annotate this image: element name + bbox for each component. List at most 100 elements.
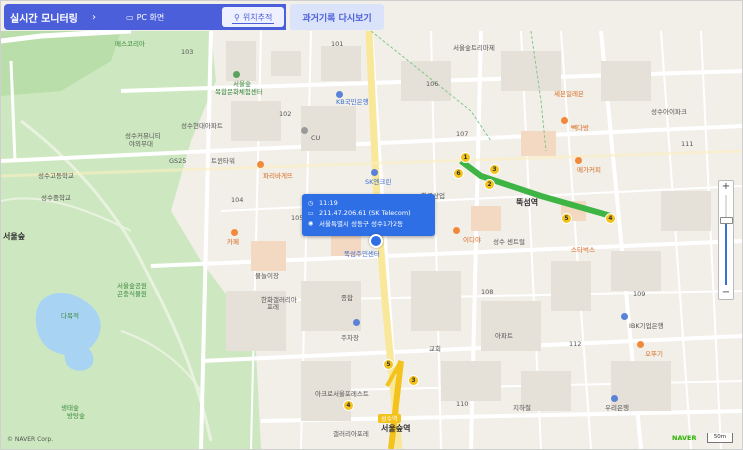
poi-pin[interactable] <box>453 227 460 234</box>
map-label: 서울숲 <box>3 232 26 241</box>
location-person-icon: ⚲ <box>234 12 240 22</box>
zoom-level-fill <box>725 221 727 285</box>
subway-exit-marker[interactable]: 4 <box>605 213 616 224</box>
map-label: 오뚜기 <box>645 350 663 358</box>
zoom-out-button[interactable]: − <box>719 287 733 299</box>
naver-logo: NAVER <box>672 434 697 442</box>
subway-exit-marker[interactable]: 5 <box>383 359 394 370</box>
map-label: 빽다방 <box>571 124 589 132</box>
building-number: 108 <box>481 288 494 296</box>
building-number: 103 <box>181 48 194 56</box>
poi-pin[interactable] <box>575 157 582 164</box>
past-replay-button[interactable]: 과거기록 다시보기 <box>290 4 384 30</box>
poi-pin[interactable] <box>233 71 240 78</box>
pc-screen-button[interactable]: ▭ PC 화면 <box>120 4 192 30</box>
popup-time-row: ◷ 11:19 <box>302 198 435 208</box>
map-label: 갤러리아포레 <box>333 430 369 438</box>
map-scale: 50m <box>707 433 733 443</box>
building-number: 110 <box>456 400 469 408</box>
map-label: 아크로서울포레스트 <box>315 390 369 398</box>
location-popup[interactable]: ◷ 11:19 ▭ 211.47.206.61 (SK Telecom) ◉ 서… <box>302 194 435 236</box>
map-label: 파리바게뜨 <box>263 172 293 180</box>
poi-pin[interactable] <box>353 319 360 326</box>
subway-exit-marker[interactable]: 5 <box>561 213 572 224</box>
map-label: CU <box>311 134 321 142</box>
poi-pin[interactable] <box>336 91 343 98</box>
poi-pin[interactable] <box>561 117 568 124</box>
map-label: 생태숲 <box>61 404 79 412</box>
map-label: 야외무대 <box>129 140 153 148</box>
location-tracking-button[interactable]: ⚲ 위치추적 <box>222 7 285 27</box>
map-label: 서울숲 <box>233 80 251 88</box>
building-number: 102 <box>279 110 292 118</box>
station-label: 서울숲역 <box>381 424 411 433</box>
building-number: 107 <box>456 130 469 138</box>
building-number: 109 <box>633 290 646 298</box>
subway-exit-marker[interactable]: 3 <box>489 164 500 175</box>
map-label: 우리은행 <box>605 404 629 412</box>
map-label: IBK기업은행 <box>629 322 664 330</box>
map-label: 스타벅스 <box>571 246 595 254</box>
poi-pin[interactable] <box>637 341 644 348</box>
building-number: 106 <box>426 80 439 88</box>
map-label: 포레 <box>267 303 279 311</box>
location-tracking-label: 위치추적 <box>242 12 273 22</box>
subway-exit-marker[interactable]: 2 <box>484 179 495 190</box>
pc-screen-label: PC 화면 <box>136 12 165 22</box>
map-label: KB국민은행 <box>336 98 369 106</box>
map-label: 성수커뮤니티 <box>125 132 161 140</box>
map-label: 카페 <box>227 238 239 246</box>
clock-icon: ◷ <box>308 199 314 207</box>
poi-pin[interactable] <box>611 395 618 402</box>
realtime-monitor-tab[interactable]: 실시간 모니터링 › ▭ PC 화면 ⚲ 위치추적 <box>4 4 286 30</box>
map-frame[interactable]: 실시간 모니터링 › ▭ PC 화면 ⚲ 위치추적 과거기록 다시보기 메스코리… <box>0 0 743 450</box>
map-label: 성수아이파크 <box>651 108 687 116</box>
map-label: 물놀이장 <box>255 272 279 280</box>
monitor-icon: ▭ <box>126 12 134 22</box>
subway-exit-marker[interactable]: 1 <box>460 152 471 163</box>
map-label: 메가커피 <box>577 166 601 174</box>
map-label: 종합 <box>341 294 353 302</box>
current-location-marker[interactable] <box>369 234 383 248</box>
map-label: 교회 <box>429 345 441 353</box>
building-number: 111 <box>681 140 694 148</box>
active-underline <box>232 22 275 24</box>
station-label: 뚝섬역 <box>516 198 539 207</box>
chevron-right-icon: › <box>92 11 96 23</box>
subway-exit-marker[interactable]: 3 <box>408 375 419 386</box>
poi-pin[interactable] <box>301 127 308 134</box>
popup-ip-row: ▭ 211.47.206.61 (SK Telecom) <box>302 208 435 218</box>
map-label: 주차장 <box>341 334 359 342</box>
map-label: 복합문화체험센터 <box>215 88 263 96</box>
map-label: 방탕숲 <box>67 412 85 420</box>
monitor-icon: ▭ <box>308 209 314 217</box>
map-label: 세븐일레븐 <box>554 90 584 98</box>
realtime-monitor-label: 실시간 모니터링 <box>10 13 78 25</box>
map-label: 다목적 <box>61 312 79 320</box>
zoom-control[interactable]: + − <box>718 180 734 300</box>
poi-pin[interactable] <box>371 169 378 176</box>
map-label: SK엔크린 <box>365 178 392 186</box>
monitor-toolbar: 실시간 모니터링 › ▭ PC 화면 ⚲ 위치추적 과거기록 다시보기 <box>4 4 384 30</box>
map-label: 서울숲트리마제 <box>453 44 495 52</box>
map-label: 트윈타워 <box>211 157 235 165</box>
building-number: 112 <box>569 340 582 348</box>
map-label: 지하철 <box>513 404 531 412</box>
popup-address: 서울특별시 성동구 성수1가2동 <box>319 220 404 228</box>
zoom-slider-handle[interactable] <box>720 217 733 224</box>
building-number: 101 <box>331 40 344 48</box>
poi-pin[interactable] <box>621 313 628 320</box>
map-label: 성수고등학교 <box>38 172 74 180</box>
poi-pin[interactable] <box>257 161 264 168</box>
poi-pin[interactable] <box>231 229 238 236</box>
popup-address-row: ◉ 서울특별시 성동구 성수1가2동 <box>302 218 435 229</box>
map-label: 뚝섬주민센터 <box>344 250 380 258</box>
map-label: 서울숲공원 <box>117 282 147 290</box>
subway-exit-marker[interactable]: 4 <box>343 400 354 411</box>
line-badge: 성수역 <box>378 414 401 423</box>
zoom-in-button[interactable]: + <box>719 181 733 193</box>
past-replay-label: 과거기록 다시보기 <box>302 13 372 24</box>
map-label: 이디야 <box>463 236 481 244</box>
subway-exit-marker[interactable]: 6 <box>453 168 464 179</box>
map-copyright: © NAVER Corp. <box>7 436 54 443</box>
